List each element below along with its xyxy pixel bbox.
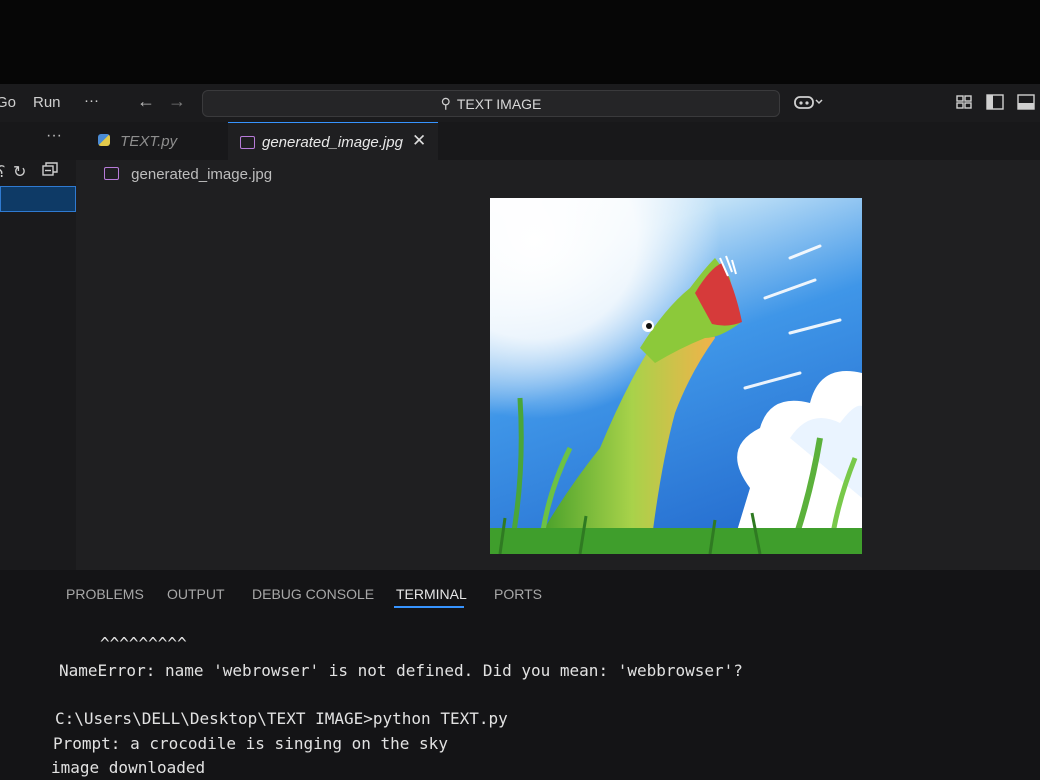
tab-debug-console[interactable]: DEBUG CONSOLE [252, 586, 374, 602]
terminal-line: C:\Users\DELL\Desktop\TEXT IMAGE>python … [55, 709, 508, 728]
selected-file-row[interactable] [0, 186, 76, 212]
editor-tab-bar: ··· TEXT.py generated_image.jpg ✕ [0, 122, 1040, 161]
breadcrumb-file: generated_image.jpg [131, 166, 273, 183]
terminal-line: NameError: name 'webrowser' is not defin… [59, 661, 743, 680]
tab-label: generated_image.jpg [262, 134, 403, 151]
active-tab-indicator [394, 606, 464, 608]
search-icon: ⚲ [440, 95, 451, 111]
layout-icon[interactable] [956, 94, 974, 114]
search-text: TEXT IMAGE [456, 95, 542, 112]
tab-terminal[interactable]: TERMINAL [396, 586, 467, 602]
copilot-icon[interactable] [794, 94, 824, 114]
tab-label: TEXT.py [120, 133, 178, 150]
command-center-search[interactable]: ⚲ TEXT IMAGE [202, 90, 780, 117]
generated-image [490, 198, 862, 554]
bottom-panel: PROBLEMS OUTPUT DEBUG CONSOLE TERMINAL P… [0, 570, 1040, 780]
tab-text-py[interactable]: TEXT.py [98, 133, 177, 150]
menu-more[interactable]: ··· [84, 92, 99, 109]
tab-ports[interactable]: PORTS [494, 586, 542, 602]
terminal-line: ^^^^^^^^^ [100, 634, 187, 653]
refresh-icon[interactable]: ↻ [13, 162, 26, 182]
menu-run[interactable]: Run [33, 94, 61, 111]
python-file-icon [98, 134, 110, 146]
close-icon[interactable]: ✕ [412, 131, 426, 151]
image-file-icon [104, 167, 119, 180]
title-bar: Go Run ··· ← → ⚲ TEXT IMAGE [0, 84, 1040, 122]
tab-problems[interactable]: PROBLEMS [66, 586, 144, 602]
image-preview-editor: generated_image.jpg [76, 160, 1040, 570]
tab-generated-image[interactable]: generated_image.jpg ✕ [228, 122, 438, 161]
terminal-line: image downloaded [51, 758, 206, 777]
toggle-sidebar-icon[interactable] [986, 94, 1004, 114]
breadcrumb[interactable]: generated_image.jpg [104, 166, 272, 183]
tab-output[interactable]: OUTPUT [167, 586, 225, 602]
back-arrow-icon[interactable]: ← [137, 91, 155, 112]
image-file-icon [240, 136, 255, 149]
collapse-all-icon[interactable] [42, 162, 58, 182]
explorer-more-actions[interactable]: ··· [46, 127, 62, 145]
screen-bezel [0, 0, 1040, 84]
explorer-sidebar: ⸮ ↻ [0, 160, 76, 570]
forward-arrow-icon[interactable]: → [168, 91, 186, 112]
terminal-line: Prompt: a crocodile is singing on the sk… [53, 734, 448, 753]
new-folder-icon[interactable]: ⸮ [0, 162, 6, 182]
menu-go[interactable]: Go [0, 94, 16, 111]
toggle-panel-icon[interactable] [1017, 94, 1035, 114]
